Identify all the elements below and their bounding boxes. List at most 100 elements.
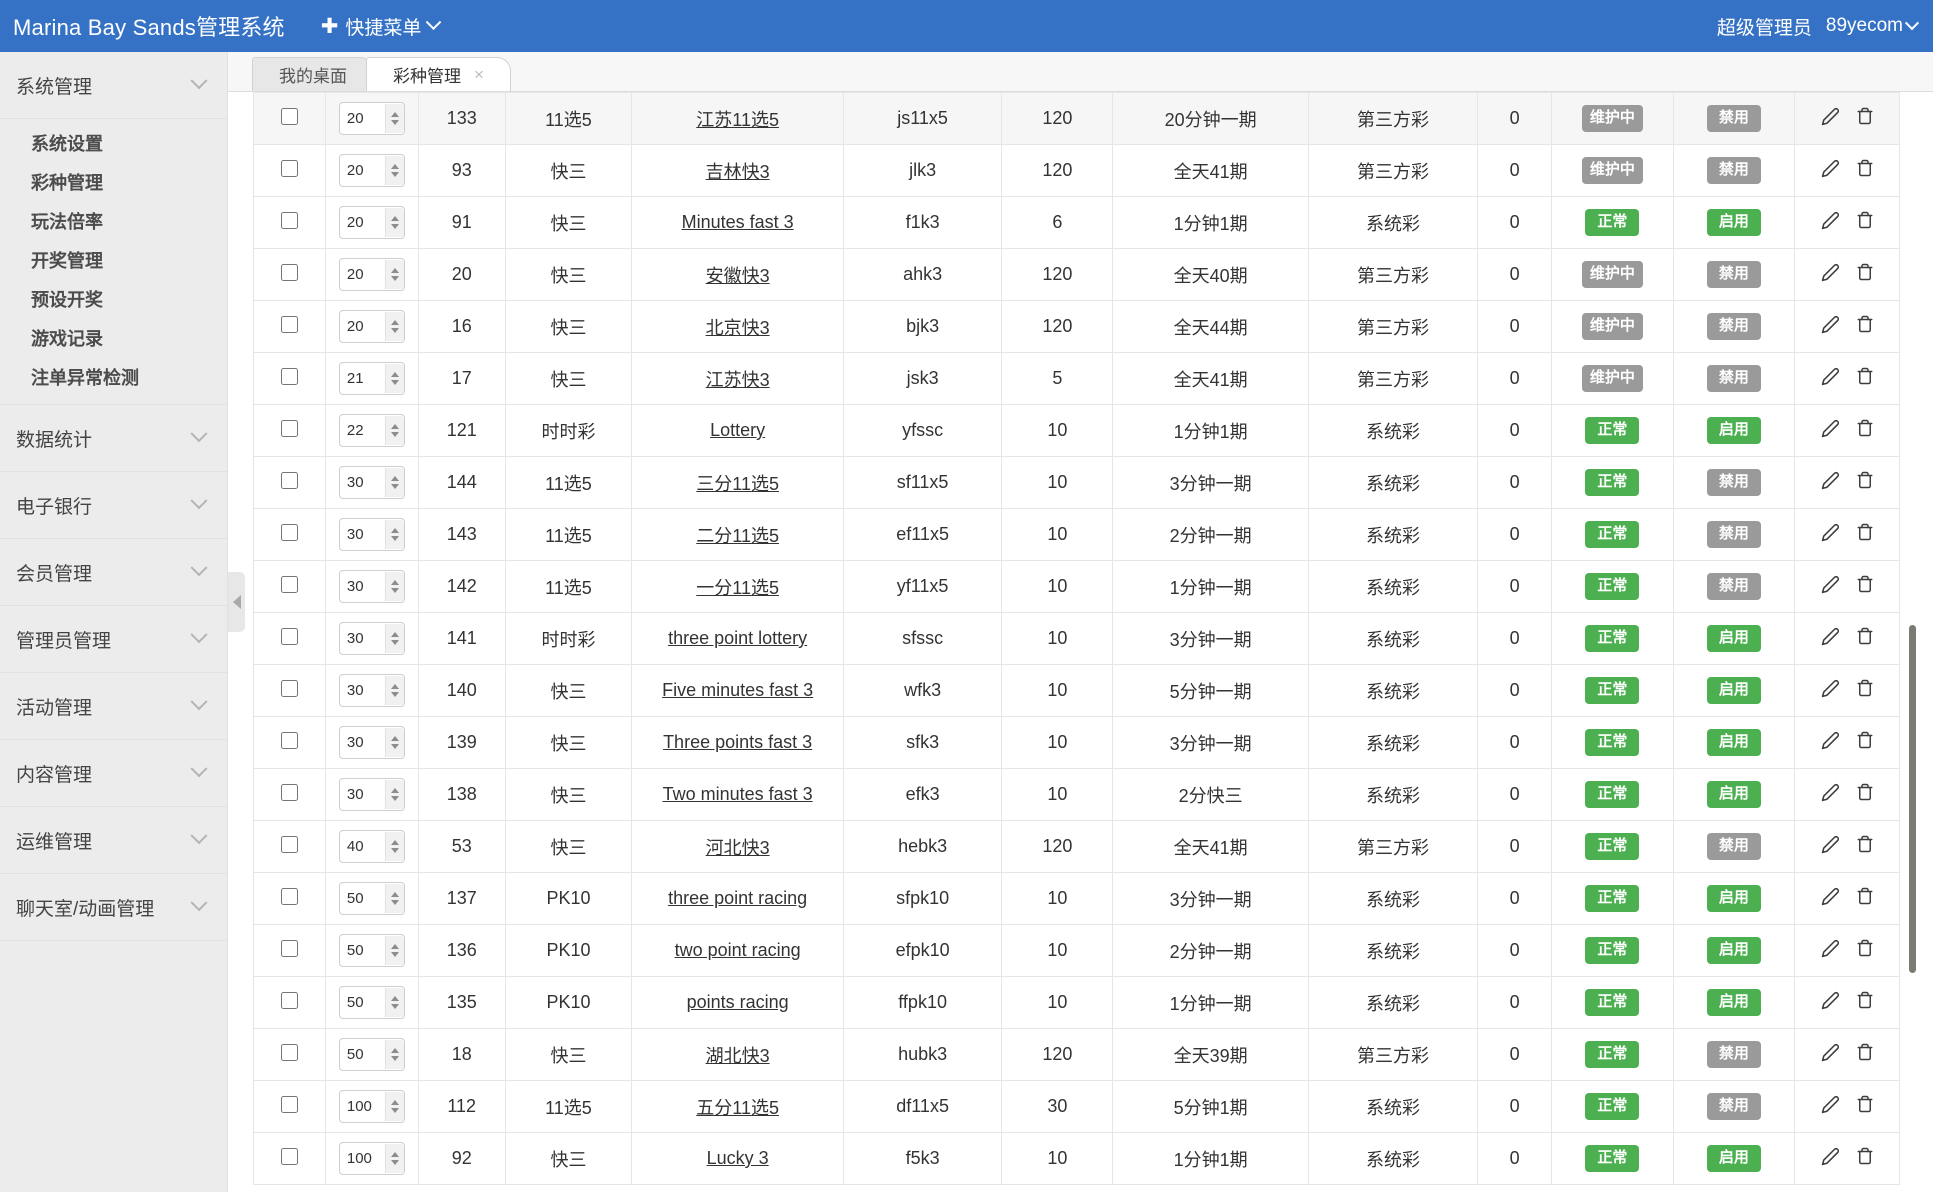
enabled-badge[interactable]: 禁用 [1706, 157, 1761, 184]
pencil-icon[interactable] [1821, 471, 1840, 495]
pencil-icon[interactable] [1821, 367, 1840, 391]
lottery-name-link[interactable]: 河北快3 [706, 838, 770, 858]
trash-icon[interactable] [1856, 263, 1874, 286]
sort-order-stepper[interactable]: 30 [338, 570, 405, 603]
status-badge[interactable]: 正常 [1585, 1041, 1640, 1068]
pencil-icon[interactable] [1821, 419, 1840, 443]
status-badge[interactable]: 正常 [1585, 573, 1640, 600]
sidebar-group-0[interactable]: 系统管理 [0, 52, 227, 119]
lottery-name-link[interactable]: three point racing [668, 888, 807, 908]
tab-0[interactable]: 我的桌面 [252, 57, 374, 91]
lottery-name-link[interactable]: 二分11选5 [696, 526, 779, 546]
row-select-checkbox[interactable] [280, 835, 298, 853]
sort-order-stepper[interactable]: 100 [338, 1142, 405, 1175]
sidebar-item-0-2[interactable]: 玩法倍率 [0, 201, 227, 240]
status-badge[interactable]: 正常 [1585, 729, 1640, 756]
enabled-badge[interactable]: 禁用 [1706, 261, 1761, 288]
trash-icon[interactable] [1856, 627, 1874, 650]
sidebar-item-0-3[interactable]: 开奖管理 [0, 240, 227, 279]
sidebar-item-0-6[interactable]: 注单异常检测 [0, 357, 227, 396]
sort-order-stepper[interactable]: 20 [338, 102, 405, 135]
trash-icon[interactable] [1856, 523, 1874, 546]
stepper-arrows-icon[interactable] [384, 468, 404, 497]
row-select-checkbox[interactable] [280, 887, 298, 905]
sidebar-group-1[interactable]: 数据统计 [0, 405, 227, 472]
status-badge[interactable]: 正常 [1585, 469, 1640, 496]
trash-icon[interactable] [1856, 887, 1874, 910]
sort-order-stepper[interactable]: 30 [338, 622, 405, 655]
lottery-name-link[interactable]: 五分11选5 [696, 1098, 779, 1118]
trash-icon[interactable] [1856, 783, 1874, 806]
row-select-checkbox[interactable] [280, 159, 298, 177]
page-vertical-scrollbar[interactable] [1909, 55, 1919, 1192]
trash-icon[interactable] [1856, 419, 1874, 442]
pencil-icon[interactable] [1821, 731, 1840, 755]
row-select-checkbox[interactable] [280, 783, 298, 801]
status-badge[interactable]: 正常 [1585, 1093, 1640, 1120]
sort-order-stepper[interactable]: 30 [338, 778, 405, 811]
status-badge[interactable]: 正常 [1585, 989, 1640, 1016]
pencil-icon[interactable] [1821, 1095, 1840, 1119]
lottery-name-link[interactable]: 江苏11选5 [696, 110, 779, 130]
status-badge[interactable]: 正常 [1585, 1145, 1640, 1172]
enabled-badge[interactable]: 禁用 [1706, 1093, 1761, 1120]
stepper-arrows-icon[interactable] [384, 520, 404, 549]
sort-order-stepper[interactable]: 50 [338, 882, 405, 915]
pencil-icon[interactable] [1821, 679, 1840, 703]
stepper-arrows-icon[interactable] [384, 988, 404, 1017]
user-account-menu[interactable]: 超级管理员 89yecom [1717, 13, 1920, 40]
row-select-checkbox[interactable] [280, 107, 298, 125]
row-select-checkbox[interactable] [280, 1095, 298, 1113]
stepper-arrows-icon[interactable] [384, 312, 404, 341]
status-badge[interactable]: 维护中 [1581, 365, 1643, 392]
status-badge[interactable]: 正常 [1585, 833, 1640, 860]
trash-icon[interactable] [1856, 679, 1874, 702]
lottery-name-link[interactable]: 一分11选5 [696, 578, 779, 598]
pencil-icon[interactable] [1821, 1147, 1840, 1171]
enabled-badge[interactable]: 启用 [1706, 625, 1761, 652]
stepper-arrows-icon[interactable] [384, 208, 404, 237]
sort-order-stepper[interactable]: 30 [338, 674, 405, 707]
status-badge[interactable]: 维护中 [1581, 105, 1643, 132]
sort-order-stepper[interactable]: 21 [338, 362, 405, 395]
enabled-badge[interactable]: 启用 [1706, 1145, 1761, 1172]
trash-icon[interactable] [1856, 1095, 1874, 1118]
enabled-badge[interactable]: 禁用 [1706, 1041, 1761, 1068]
stepper-arrows-icon[interactable] [384, 1040, 404, 1069]
row-select-checkbox[interactable] [280, 679, 298, 697]
status-badge[interactable]: 维护中 [1581, 157, 1643, 184]
trash-icon[interactable] [1856, 367, 1874, 390]
lottery-name-link[interactable]: Lottery [710, 420, 765, 440]
trash-icon[interactable] [1856, 731, 1874, 754]
status-badge[interactable]: 正常 [1585, 781, 1640, 808]
stepper-arrows-icon[interactable] [384, 572, 404, 601]
sidebar-item-0-4[interactable]: 预设开奖 [0, 279, 227, 318]
sidebar-group-5[interactable]: 活动管理 [0, 673, 227, 740]
stepper-arrows-icon[interactable] [384, 780, 404, 809]
row-select-checkbox[interactable] [280, 627, 298, 645]
enabled-badge[interactable]: 禁用 [1706, 833, 1761, 860]
sidebar-group-7[interactable]: 运维管理 [0, 807, 227, 874]
pencil-icon[interactable] [1821, 627, 1840, 651]
sort-order-stepper[interactable]: 30 [338, 726, 405, 759]
row-select-checkbox[interactable] [280, 471, 298, 489]
sort-order-stepper[interactable]: 20 [338, 154, 405, 187]
lottery-name-link[interactable]: 湖北快3 [706, 1046, 770, 1066]
sidebar-group-6[interactable]: 内容管理 [0, 740, 227, 807]
status-badge[interactable]: 正常 [1585, 521, 1640, 548]
sidebar-item-0-0[interactable]: 系统设置 [0, 123, 227, 162]
status-badge[interactable]: 维护中 [1581, 313, 1643, 340]
trash-icon[interactable] [1856, 315, 1874, 338]
sort-order-stepper[interactable]: 50 [338, 1038, 405, 1071]
pencil-icon[interactable] [1821, 107, 1840, 131]
stepper-arrows-icon[interactable] [384, 364, 404, 393]
status-badge[interactable]: 正常 [1585, 937, 1640, 964]
stepper-arrows-icon[interactable] [384, 624, 404, 653]
row-select-checkbox[interactable] [280, 315, 298, 333]
sort-order-stepper[interactable]: 20 [338, 258, 405, 291]
scrollbar-thumb[interactable] [1909, 625, 1916, 973]
sort-order-stepper[interactable]: 22 [338, 414, 405, 447]
stepper-arrows-icon[interactable] [384, 936, 404, 965]
status-badge[interactable]: 正常 [1585, 417, 1640, 444]
quick-menu-button[interactable]: ✚ 快捷菜单 [321, 13, 442, 40]
